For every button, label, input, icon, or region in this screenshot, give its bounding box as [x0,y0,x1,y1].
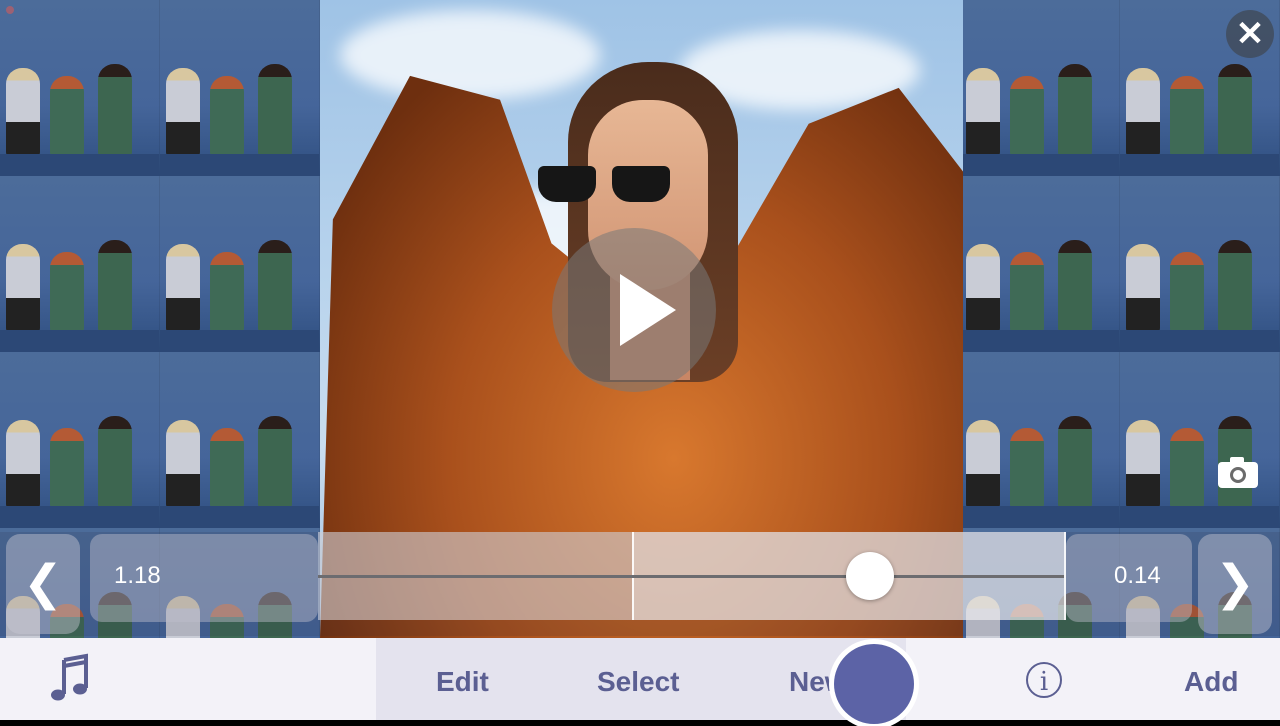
next-button[interactable]: ❯ [1198,534,1272,634]
add-button[interactable]: Add [1184,638,1238,720]
start-time-label: 1.18 [114,562,161,589]
play-button[interactable] [552,228,716,392]
collage-tile [0,352,160,528]
sunglasses [538,160,753,206]
collage-tile [160,352,320,528]
music-note-icon [51,653,88,701]
chevron-left-icon: ❮ [22,557,64,610]
record-button[interactable] [834,644,914,724]
trim-scrubber-handle[interactable] [846,552,894,600]
info-button[interactable]: i [1026,662,1062,698]
collage-tile [960,0,1120,176]
music-button[interactable] [40,652,100,708]
close-button[interactable]: ✕ [1226,10,1274,58]
trim-track [318,575,1064,578]
edit-button[interactable]: Edit [436,638,489,720]
collage-tile [1120,176,1280,352]
collage-tile [160,176,320,352]
bottom-toolbar: Edit Select New Add [0,638,1280,720]
recording-dot-icon [6,6,14,14]
collage-tile [1120,352,1280,528]
collage-tile [960,352,1120,528]
end-time-label: 0.14 [1114,562,1161,589]
play-icon [620,274,676,346]
camera-icon [1218,457,1258,488]
close-icon: ✕ [1235,15,1265,53]
collage-tile [960,176,1120,352]
camera-button[interactable] [1212,446,1264,498]
collage-tile [0,0,160,176]
collage-tile [0,176,160,352]
chevron-right-icon: ❯ [1214,557,1256,610]
trim-timeline[interactable]: ❮ ❯ 1.18 0.14 [0,530,1280,638]
select-button[interactable]: Select [597,638,680,720]
info-icon: i [1039,667,1049,697]
previous-button[interactable]: ❮ [6,534,80,634]
collage-tile [160,0,320,176]
